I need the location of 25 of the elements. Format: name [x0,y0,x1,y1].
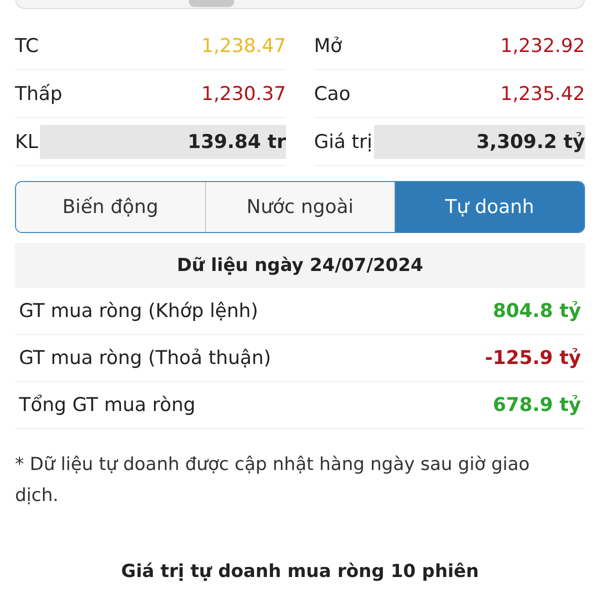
row-value: 804.8 tỷ [492,300,581,322]
row-label: Tổng GT mua ròng [19,394,196,416]
stat-label: TC [15,34,40,56]
stat-value: 1,230.37 [200,82,286,106]
stat-label: Thấp [15,82,64,104]
stat-value: 1,238.47 [200,34,286,58]
row-value: 678.9 tỷ [492,394,581,416]
stat-value: 1,235.42 [499,82,585,106]
stat-label: Cao [314,82,352,104]
chart-title: Giá trị tự doanh mua ròng 10 phiên [120,561,480,582]
stat-label: Giá trị [314,130,374,152]
stat-label: Mở [314,34,344,56]
stat-value: 1,232.92 [499,34,585,58]
footnote: * Dữ liệu tự doanh được cập nhật hàng ngày sau giờ giao dịch. [15,453,531,508]
date-header: Dữ liệu ngày 24/07/2024 [15,243,585,288]
tab[interactable]: Nước ngoài [206,182,396,232]
tab[interactable]: Tự doanh [395,182,584,232]
stat-value: 139.84 tr [40,124,286,158]
row-label: GT mua ròng (Thoả thuận) [19,347,272,369]
tab[interactable]: Biến động [16,182,206,232]
stat-label: KL [15,130,40,152]
row-value: -125.9 tỷ [484,347,581,369]
stat-value: 3,309.2 tỷ [374,124,585,158]
row-label: GT mua ròng (Khớp lệnh) [19,300,258,322]
scroll-thumb [189,0,234,7]
